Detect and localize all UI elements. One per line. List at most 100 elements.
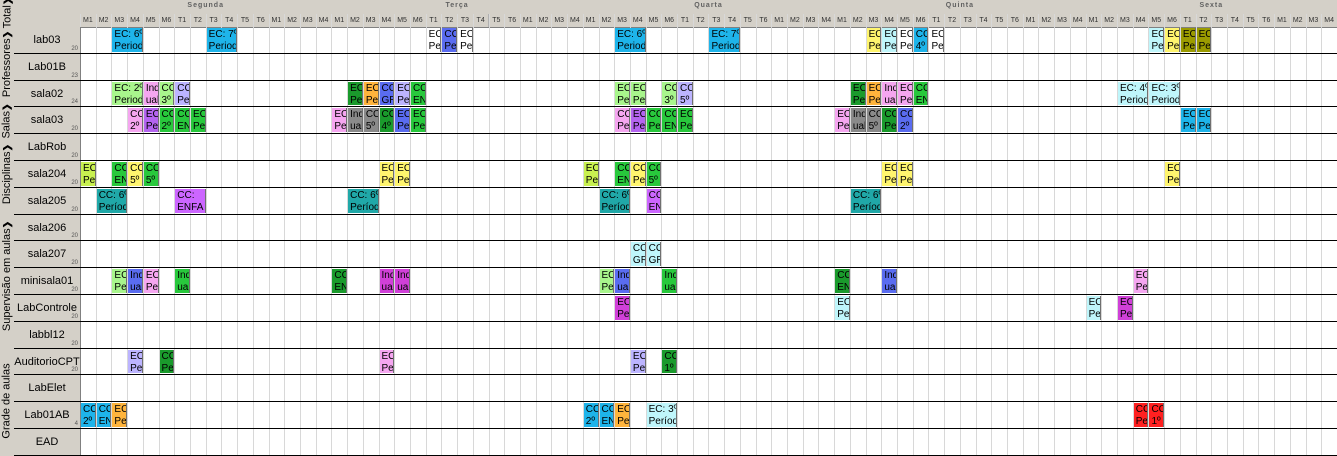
room-row-header[interactable]: sala204 20	[14, 161, 81, 188]
tab-1[interactable]: Supervisão em aulas❯	[0, 206, 14, 346]
class-block[interactable]: EC: 1ºPeriod	[128, 349, 143, 374]
class-block[interactable]: Individual /	[379, 269, 395, 293]
class-block[interactable]: EC: 8ºPeriod	[143, 269, 159, 293]
class-block[interactable]: EC: 1ºPeriod	[1196, 28, 1212, 52]
room-row-header[interactable]: sala206 20	[14, 214, 81, 242]
class-block[interactable]: EC: 8ºPeriod	[112, 269, 128, 293]
class-block[interactable]: Individual /	[143, 81, 159, 106]
tab-3[interactable]: Salas❯	[0, 101, 14, 141]
class-block[interactable]: Individual /	[662, 269, 678, 293]
class-block[interactable]: CC: 6ºPeríodo	[348, 188, 379, 213]
class-block[interactable]: EC: 5ºPeriod	[898, 162, 913, 186]
class-block[interactable]: CC: 5ºPeriod	[175, 81, 190, 106]
room-row-header[interactable]: EAD	[14, 429, 81, 456]
class-block[interactable]: EC: 2ºPeriod	[850, 81, 866, 106]
class-block[interactable]: CC 4oGRAD	[646, 242, 662, 267]
class-block[interactable]: CC:2º	[159, 108, 175, 133]
class-block[interactable]: EC: 1ºPeriod	[410, 108, 426, 133]
class-block[interactable]: EC: 2ºPeriod	[112, 81, 143, 106]
class-block[interactable]: CC:ENFA	[646, 188, 662, 213]
class-block[interactable]: EC: 5ºPeriod	[395, 162, 410, 186]
class-block[interactable]: EC: 2ºPeriod	[882, 162, 898, 186]
class-block[interactable]: Individual /	[395, 269, 410, 293]
class-block[interactable]: EC: 4ºPeriod	[866, 81, 882, 106]
class-block[interactable]: CCENFA	[615, 162, 630, 186]
room-row-header[interactable]: minisala01 20	[14, 268, 81, 295]
class-block[interactable]: EC: 8ºPeriod	[615, 296, 630, 320]
tab-4[interactable]: Professores❯	[0, 26, 14, 101]
class-block[interactable]: Individual /	[348, 108, 363, 133]
class-block[interactable]: CCENFA	[662, 108, 678, 133]
class-block[interactable]: CC:3º	[159, 81, 175, 106]
class-block[interactable]: Individual /	[175, 269, 190, 293]
class-block[interactable]: EC: 2ºPeriod	[615, 403, 630, 427]
class-block[interactable]: EC: 3ºPeriod	[898, 81, 913, 106]
class-block[interactable]: Individual /	[615, 269, 630, 293]
room-row-header[interactable]: LabRob 20	[14, 134, 81, 161]
class-block[interactable]: Individual /	[882, 81, 898, 106]
class-block[interactable]: CC:4º	[379, 108, 395, 133]
class-block[interactable]: CC:1º	[1149, 403, 1165, 427]
class-block[interactable]: Individual /	[850, 108, 866, 133]
class-block[interactable]: EC: 2ºPeriod	[395, 108, 410, 133]
class-block[interactable]: EC: 6ºPeriod	[1165, 28, 1180, 52]
class-block[interactable]: EC: 7ºPeriod	[206, 28, 238, 52]
class-block[interactable]: EC: 2ºPeriod	[379, 162, 395, 186]
class-block[interactable]: CC:5º	[866, 108, 882, 133]
class-block[interactable]: CC:4º	[913, 28, 929, 52]
class-block[interactable]: EC: 2ºPeriod	[112, 403, 128, 427]
class-block[interactable]: CCENFA	[410, 81, 426, 106]
class-block[interactable]: CCENFA	[96, 403, 112, 427]
class-block[interactable]: CCENFA	[835, 269, 850, 293]
room-row-header[interactable]: LabElet	[14, 375, 81, 403]
class-block[interactable]: CC: 6ºPeríodo	[599, 188, 630, 213]
tab-5[interactable]: Total❯	[0, 0, 14, 28]
class-block[interactable]: EC: 6ºPeriod	[866, 28, 882, 52]
class-block[interactable]: EC: 3ºPeriod	[1149, 81, 1180, 106]
class-block[interactable]: EC: 2ºPeriod	[615, 81, 630, 106]
class-block[interactable]: Individual /	[882, 269, 898, 293]
class-block[interactable]: EC: 6ºPeriod	[630, 108, 646, 133]
class-block[interactable]: CC:2º	[128, 108, 143, 133]
class-block[interactable]: EC: 1ºPeriod	[1180, 28, 1196, 52]
class-block[interactable]: CC:5º	[646, 162, 662, 186]
class-block[interactable]: CC: 1ºPeriod	[1133, 403, 1149, 427]
class-block[interactable]: EC: 7ºPeriod	[709, 28, 740, 52]
class-block[interactable]: CC: 4ºPeriod	[882, 108, 898, 133]
class-block[interactable]: CC:3º	[662, 81, 678, 106]
class-block[interactable]: EC: 4ºPeriod	[630, 81, 646, 106]
class-block[interactable]: EC: 1ºPeriod	[190, 108, 206, 133]
class-block[interactable]: EC: 6ºPeriod	[112, 28, 143, 52]
class-block[interactable]: EC: 2ºPeriod	[348, 81, 363, 106]
class-block[interactable]: EC: 8ºPeriod	[599, 269, 615, 293]
class-block[interactable]: EC: 4ºPeriod	[363, 81, 379, 106]
room-row-header[interactable]: sala02 24	[14, 80, 81, 108]
class-block[interactable]: Individual /	[128, 269, 143, 293]
room-row-header[interactable]: sala03 20	[14, 107, 81, 135]
class-block[interactable]: CCENFA	[332, 269, 348, 293]
class-block[interactable]: CC:5º	[143, 162, 159, 186]
room-row-header[interactable]: AuditorioCPT 20	[14, 348, 81, 376]
class-block[interactable]: CC 4oGRAD	[630, 242, 646, 267]
class-block[interactable]: CC: 2ºPeriod	[646, 108, 662, 133]
class-block[interactable]: EC: 3ºPeríodo, CC	[646, 403, 678, 427]
room-row-header[interactable]: lab03 20	[14, 27, 81, 54]
class-block[interactable]: EC: 8ºPeriod	[835, 296, 850, 320]
class-block[interactable]: EC: 5ºPeriod	[1165, 162, 1180, 186]
class-block[interactable]: EC: 5ºPeriod	[1196, 108, 1212, 133]
class-block[interactable]: EC: 7ºPeriod	[458, 28, 473, 52]
class-block[interactable]: CC:2º	[898, 108, 913, 133]
class-block[interactable]: CCENFA	[599, 403, 615, 427]
class-block[interactable]: EC: 1ºPeriod	[630, 349, 646, 374]
room-row-header[interactable]: labbl12 20	[14, 321, 81, 349]
class-block[interactable]: CCENFA	[175, 108, 190, 133]
class-block[interactable]: CC: 2ºPeriod	[615, 108, 630, 133]
class-block[interactable]: EC: 7ºPeriod	[929, 28, 945, 52]
class-block[interactable]: CC: 1ºPeriod	[159, 349, 175, 374]
room-row-header[interactable]: LabControle 20	[14, 295, 81, 322]
class-block[interactable]: CC:5º	[363, 108, 379, 133]
class-block[interactable]: EC: 4ºPeriod	[1118, 81, 1149, 106]
class-block[interactable]: CC: 6ºPeríodo	[96, 188, 128, 213]
class-block[interactable]: EC: 2ºPeriod	[81, 162, 96, 186]
class-block[interactable]: EC: 7ºPeriod	[898, 28, 913, 52]
